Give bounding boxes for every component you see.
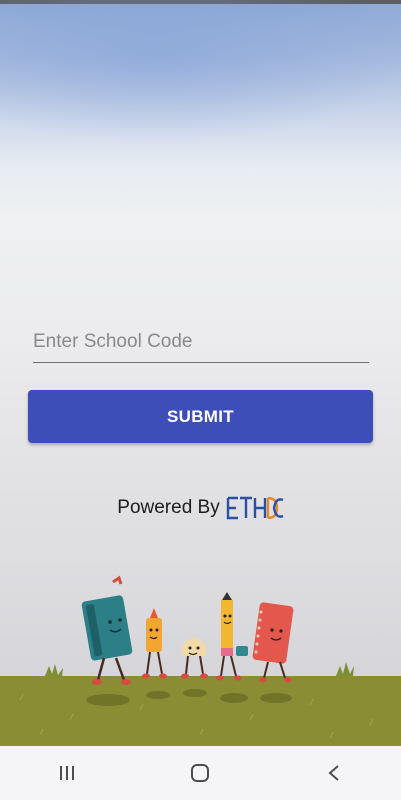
grass-tuft-left (45, 664, 63, 677)
grass-tuft-right (336, 662, 354, 676)
back-icon (328, 765, 339, 781)
school-code-input[interactable] (33, 326, 369, 363)
submit-button[interactable]: SUBMIT (28, 390, 373, 443)
pencil-character (216, 592, 248, 681)
powered-by-label: Powered By (117, 497, 220, 518)
back-button[interactable] (304, 746, 364, 800)
recents-icon (59, 766, 74, 780)
red-notebook-character (252, 602, 294, 683)
recents-button[interactable] (37, 746, 97, 800)
home-button[interactable] (170, 746, 230, 800)
powered-by-footer: Powered By (0, 493, 401, 523)
android-navigation-bar (0, 746, 401, 800)
ethdc-logo (226, 495, 284, 521)
school-characters-illustration (19, 575, 374, 739)
home-icon (191, 764, 210, 782)
eraser-character (181, 638, 208, 679)
background-sky (0, 0, 401, 554)
notebook-character (81, 575, 133, 685)
sky-cloud-blur (0, 0, 401, 144)
crayon-character (142, 608, 167, 679)
